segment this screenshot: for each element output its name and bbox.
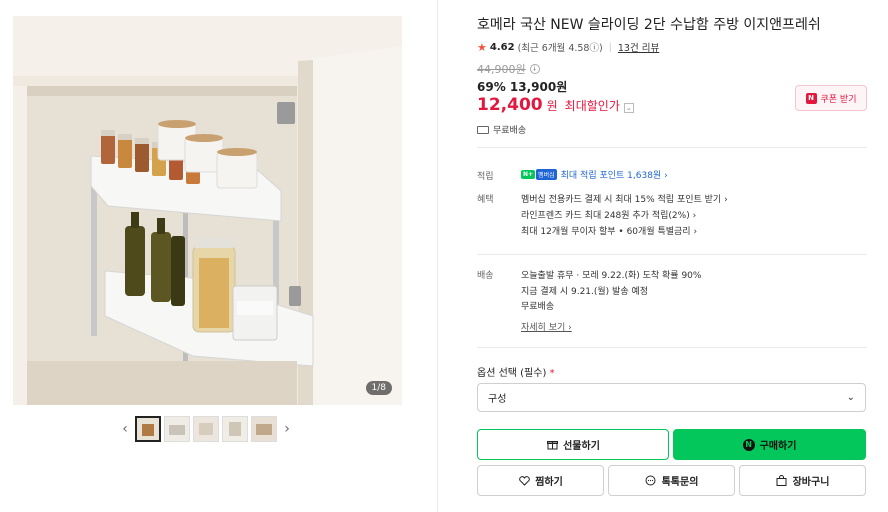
talktalk-button[interactable]: 톡톡문의 — [608, 465, 735, 496]
chat-bubble-icon — [645, 475, 657, 487]
chevron-down-icon: ⌄ — [846, 392, 855, 403]
section-divider — [477, 254, 867, 255]
option-label: 옵션 선택 (필수) * — [477, 364, 555, 379]
best-price-row: 12,400 원 최대할인가 ⌄ — [477, 95, 634, 115]
original-price-row: 44,900원 i — [477, 61, 540, 77]
thumbnail-5[interactable] — [251, 416, 277, 442]
wish-button-label: 찜하기 — [535, 477, 563, 488]
thumbnail-1[interactable] — [135, 416, 161, 442]
gift-button[interactable]: 선물하기 — [477, 429, 669, 460]
original-price: 44,900원 — [477, 63, 526, 76]
gift-icon — [546, 439, 558, 451]
section-divider — [477, 147, 867, 148]
wish-button[interactable]: 찜하기 — [477, 465, 604, 496]
rating-score: 4.62 — [489, 41, 515, 53]
thumbnail-4[interactable] — [222, 416, 248, 442]
points-text: 최대 적립 포인트 1,638원 › — [560, 171, 668, 181]
product-main-image[interactable]: 1/8 — [13, 16, 402, 405]
prev-image-button[interactable]: ‹ — [118, 416, 132, 442]
shipping-line-3: 무료배송 — [521, 302, 555, 312]
thumbnail-strip: ‹ › — [118, 416, 294, 442]
best-price: 12,400 — [477, 95, 543, 115]
option-label-text: 옵션 선택 (필수) — [477, 368, 547, 379]
membership-badge: 멤버십 — [536, 169, 557, 180]
naver-badge-icon: N — [805, 92, 817, 104]
rating-detail: (최근 6개월 4.58ⓘ) — [517, 43, 603, 54]
cart-button[interactable]: 장바구니 — [739, 465, 866, 496]
thumbnail-2[interactable] — [164, 416, 190, 442]
chevron-down-icon[interactable]: ⌄ — [623, 103, 634, 113]
product-photo — [13, 16, 402, 405]
option-select[interactable]: 구성 ⌄ — [477, 383, 866, 412]
info-icon[interactable]: i — [529, 64, 540, 74]
shipping-label: 배송 — [477, 271, 494, 281]
star-icon: ★ — [477, 40, 487, 54]
buy-button-label: 구매하기 — [759, 441, 797, 452]
best-price-label: 최대할인가 — [564, 99, 620, 113]
review-link[interactable]: 13건 리뷰 — [618, 40, 659, 54]
truck-icon — [477, 125, 489, 134]
column-divider — [437, 0, 438, 512]
benefits-label: 혜택 — [477, 195, 494, 205]
required-mark: * — [549, 368, 555, 379]
image-counter: 1/8 — [365, 381, 392, 395]
best-price-unit: 원 — [546, 99, 558, 113]
coupon-label: 쿠폰 받기 — [820, 94, 857, 105]
benefit-line-1[interactable]: 멤버십 전용카드 결제 시 최대 15% 적립 포인트 받기 › — [521, 192, 728, 205]
shipping-line-2: 지금 결제 시 9.21.(월) 발송 예정 — [521, 287, 649, 297]
benefit-line-2[interactable]: 라인프렌즈 카드 최대 248원 추가 적립(2%) › — [521, 208, 696, 221]
coupon-button[interactable]: N 쿠폰 받기 — [795, 85, 867, 111]
free-shipping-label: 무료배송 — [493, 126, 527, 136]
divider: | — [608, 41, 612, 53]
heart-icon — [518, 475, 530, 487]
rating-row: ★ 4.62 (최근 6개월 4.58ⓘ) | 13건 리뷰 — [477, 40, 659, 55]
option-selected-value: 구성 — [488, 394, 507, 405]
shipping-line-1: 오늘출발 휴무 · 모레 9.22.(화) 도착 확률 90% — [521, 271, 702, 281]
discount-price: 69% 13,900원 — [477, 80, 568, 94]
benefit-line-3[interactable]: 최대 12개월 무이자 할부 • 60개월 특별금리 › — [521, 224, 697, 237]
points-row[interactable]: N+ 멤버십 최대 적립 포인트 1,638원 › — [521, 168, 668, 181]
product-title: 호메라 국산 NEW 슬라이딩 2단 수납함 주방 이지앤프레쉬 — [477, 17, 821, 33]
npay-plus-badge: N+ — [521, 170, 536, 179]
next-image-button[interactable]: › — [280, 416, 294, 442]
naver-n-icon: N — [742, 438, 755, 451]
gift-button-label: 선물하기 — [563, 441, 600, 452]
thumbnail-3[interactable] — [193, 416, 219, 442]
shipping-detail-link[interactable]: 자세히 보기 › — [521, 320, 572, 333]
free-shipping-row: 무료배송 — [477, 123, 526, 136]
cart-button-label: 장바구니 — [792, 477, 830, 488]
shopping-bag-icon — [776, 475, 788, 487]
talktalk-button-label: 톡톡문의 — [661, 477, 699, 488]
buy-button[interactable]: N 구매하기 — [673, 429, 866, 460]
section-divider — [477, 347, 867, 348]
points-label: 적립 — [477, 172, 494, 182]
npay-badge-icon: N+ 멤버십 — [521, 169, 557, 180]
